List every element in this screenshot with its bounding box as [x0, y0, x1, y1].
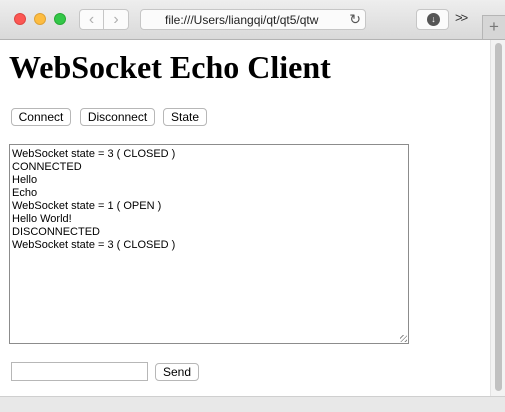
- log-line: WebSocket state = 3 ( CLOSED ): [12, 239, 176, 251]
- close-window-button[interactable]: [14, 13, 26, 25]
- state-button[interactable]: State: [163, 108, 207, 126]
- connect-button[interactable]: Connect: [11, 108, 71, 126]
- downloads-button[interactable]: ↓: [416, 9, 449, 30]
- message-input[interactable]: [11, 362, 148, 381]
- back-button[interactable]: ‹: [79, 9, 104, 30]
- chevron-right-icon: ›: [113, 11, 119, 28]
- page-title: WebSocket Echo Client: [9, 49, 331, 85]
- reload-icon[interactable]: ↻: [349, 11, 361, 28]
- scrollbar-thumb[interactable]: [495, 43, 502, 391]
- address-text: file:///Users/liangqi/qt/qt5/qtw: [165, 13, 319, 27]
- plus-icon: +: [489, 17, 499, 36]
- minimize-window-button[interactable]: [34, 13, 46, 25]
- log-line: WebSocket state = 1 ( OPEN ): [12, 200, 162, 212]
- forward-button[interactable]: ›: [104, 9, 129, 30]
- disconnect-button[interactable]: Disconnect: [80, 108, 155, 126]
- output-log-textarea[interactable]: WebSocket state = 3 ( CLOSED ) CONNECTED H…: [9, 144, 409, 344]
- log-line: CONNECTED: [12, 161, 82, 173]
- web-page: WebSocket Echo Client Connect Disconnect…: [0, 40, 490, 396]
- log-line: Echo: [12, 187, 38, 199]
- download-icon: ↓: [427, 13, 440, 26]
- send-button[interactable]: Send: [155, 363, 199, 381]
- log-lines: WebSocket state = 3 ( CLOSED ) CONNECTED H…: [12, 148, 406, 252]
- status-bar: [0, 396, 505, 412]
- log-line: DISCONNECTED: [12, 226, 101, 238]
- log-line: Hello World!: [12, 213, 72, 225]
- window-toolbar: ‹ › file:///Users/liangqi/qt/qt5/qtw ↻ ↓…: [0, 0, 505, 40]
- vertical-scrollbar[interactable]: [490, 40, 505, 396]
- chevron-left-icon: ‹: [88, 11, 95, 28]
- toolbar-overflow-icon[interactable]: >>: [455, 10, 468, 25]
- resize-handle[interactable]: [400, 335, 407, 342]
- log-line: WebSocket state = 3 ( CLOSED ): [12, 148, 176, 160]
- new-tab-button[interactable]: +: [482, 15, 505, 39]
- zoom-window-button[interactable]: [54, 13, 66, 25]
- log-line: Hello: [12, 174, 38, 186]
- address-bar[interactable]: file:///Users/liangqi/qt/qt5/qtw ↻: [140, 9, 366, 30]
